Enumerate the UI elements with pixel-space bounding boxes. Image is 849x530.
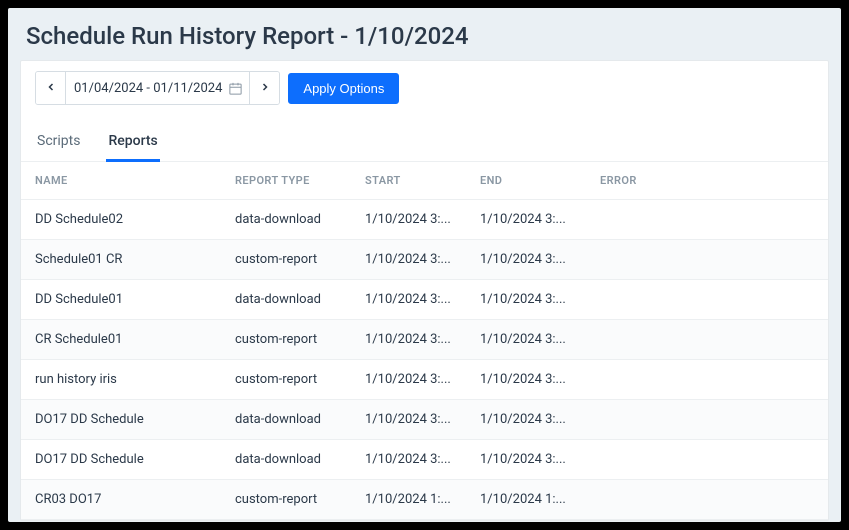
next-range-button[interactable] — [249, 72, 279, 104]
cell-error — [586, 440, 828, 480]
cell-name: CR03 DO17 — [21, 480, 221, 520]
calendar-icon — [228, 81, 243, 96]
cell-name: DO17 DD Schedule — [21, 440, 221, 480]
apply-options-button[interactable]: Apply Options — [288, 73, 399, 104]
cell-name: CR Schedule01 — [21, 320, 221, 360]
cell-start: 1/10/2024 3:... — [351, 400, 466, 440]
table-row[interactable]: DO17 DD Scheduledata-download1/10/2024 3… — [21, 440, 828, 480]
cell-error — [586, 400, 828, 440]
prev-range-button[interactable] — [36, 72, 66, 104]
table-row[interactable]: CR03 DO17custom-report1/10/2024 1:...1/1… — [21, 480, 828, 520]
date-range-value: 01/04/2024 - 01/11/2024 — [74, 81, 222, 96]
cell-end: 1/10/2024 3:... — [466, 320, 586, 360]
date-range-input[interactable]: 01/04/2024 - 01/11/2024 — [66, 72, 249, 104]
chevron-left-icon — [45, 81, 57, 96]
options-bar: 01/04/2024 - 01/11/2024 Apply Options — [21, 61, 828, 111]
cell-end: 1/10/2024 1:... — [466, 480, 586, 520]
cell-error — [586, 200, 828, 240]
cell-name: DD Schedule01 — [21, 280, 221, 320]
cell-start: 1/10/2024 3:... — [351, 360, 466, 400]
table-row[interactable]: DD Schedule02data-download1/10/2024 3:..… — [21, 200, 828, 240]
cell-type: custom-report — [221, 320, 351, 360]
chevron-right-icon — [259, 81, 271, 96]
cell-name: DD Schedule02 — [21, 200, 221, 240]
cell-start: 1/10/2024 3:... — [351, 440, 466, 480]
table-row[interactable]: Schedule01 CRcustom-report1/10/2024 3:..… — [21, 240, 828, 280]
tab-scripts[interactable]: Scripts — [35, 125, 82, 162]
col-header-type[interactable]: REPORT TYPE — [221, 162, 351, 200]
col-header-name[interactable]: NAME — [21, 162, 221, 200]
cell-type: data-download — [221, 440, 351, 480]
table-row[interactable]: DD Schedule01data-download1/10/2024 3:..… — [21, 280, 828, 320]
cell-error — [586, 320, 828, 360]
cell-end: 1/10/2024 3:... — [466, 360, 586, 400]
cell-start: 1/10/2024 3:... — [351, 200, 466, 240]
table-row[interactable]: run history iriscustom-report1/10/2024 3… — [21, 360, 828, 400]
cell-start: 1/10/2024 3:... — [351, 320, 466, 360]
cell-error — [586, 360, 828, 400]
cell-name: DO17 DD Schedule — [21, 400, 221, 440]
table-row[interactable]: CR Schedule01custom-report1/10/2024 3:..… — [21, 320, 828, 360]
cell-type: custom-report — [221, 240, 351, 280]
tab-reports[interactable]: Reports — [106, 125, 159, 162]
cell-type: data-download — [221, 280, 351, 320]
date-range-group: 01/04/2024 - 01/11/2024 — [35, 71, 280, 105]
page-title: Schedule Run History Report - 1/10/2024 — [8, 8, 841, 60]
table-row[interactable]: DO17 DD Scheduledata-download1/10/2024 3… — [21, 400, 828, 440]
cell-type: custom-report — [221, 480, 351, 520]
reports-table: NAME REPORT TYPE START END ERROR DD Sche… — [21, 162, 828, 520]
cell-error — [586, 240, 828, 280]
cell-type: data-download — [221, 400, 351, 440]
cell-end: 1/10/2024 3:... — [466, 400, 586, 440]
col-header-end[interactable]: END — [466, 162, 586, 200]
cell-error — [586, 280, 828, 320]
report-panel: 01/04/2024 - 01/11/2024 Apply Options Sc… — [20, 60, 829, 521]
cell-start: 1/10/2024 1:... — [351, 480, 466, 520]
app-container: Schedule Run History Report - 1/10/2024 … — [8, 8, 841, 522]
cell-type: data-download — [221, 200, 351, 240]
cell-name: run history iris — [21, 360, 221, 400]
cell-error — [586, 480, 828, 520]
cell-start: 1/10/2024 3:... — [351, 240, 466, 280]
cell-end: 1/10/2024 3:... — [466, 440, 586, 480]
cell-end: 1/10/2024 3:... — [466, 200, 586, 240]
col-header-start[interactable]: START — [351, 162, 466, 200]
tabs: Scripts Reports — [21, 111, 828, 162]
cell-type: custom-report — [221, 360, 351, 400]
cell-name: Schedule01 CR — [21, 240, 221, 280]
cell-end: 1/10/2024 3:... — [466, 240, 586, 280]
cell-start: 1/10/2024 3:... — [351, 280, 466, 320]
col-header-error[interactable]: ERROR — [586, 162, 828, 200]
cell-end: 1/10/2024 3:... — [466, 280, 586, 320]
